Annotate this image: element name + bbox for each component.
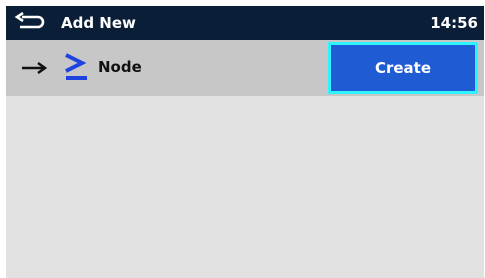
page-title: Add New (61, 14, 136, 32)
back-return-icon (14, 11, 45, 29)
title-bar: Add New 14:56 (6, 6, 484, 40)
create-button[interactable]: Create (328, 42, 478, 94)
list-item-node[interactable]: Node Create (6, 40, 484, 96)
node-chevron-icon (65, 53, 87, 80)
node-label: Node (98, 58, 142, 76)
screen: Add New 14:56 Node Create (6, 6, 484, 278)
right-arrow-icon (22, 61, 48, 75)
clock: 14:56 (430, 14, 478, 32)
back-button[interactable] (14, 10, 48, 36)
